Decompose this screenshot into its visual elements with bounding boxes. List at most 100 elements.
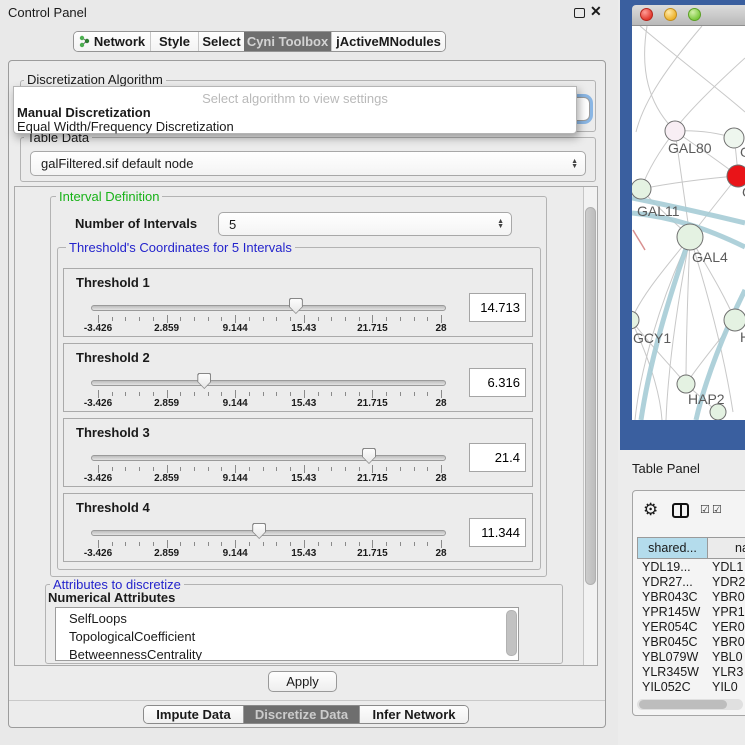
divider	[9, 700, 605, 701]
float-window-icon[interactable]	[574, 8, 585, 18]
network-node[interactable]	[724, 309, 745, 331]
table-cell[interactable]: YER054C	[637, 620, 707, 635]
columns-icon[interactable]	[672, 503, 689, 518]
table-cell[interactable]: YBR0	[707, 635, 745, 650]
attributes-list-scrollbar-thumb[interactable]	[506, 610, 517, 656]
tab-network[interactable]: Network	[74, 32, 150, 51]
table-cell[interactable]: YBR045C	[637, 635, 707, 650]
dropdown-option-manual-discretization[interactable]: Manual Discretization	[17, 105, 151, 120]
table-header-row: shared... na	[637, 537, 745, 559]
network-node[interactable]	[710, 404, 726, 420]
gear-icon[interactable]: ⚙	[643, 500, 658, 520]
attribute-list-item[interactable]: TopologicalCoefficient	[56, 626, 518, 644]
table-cell[interactable]: YER0	[707, 620, 745, 635]
slider-tick-labels: -3.4262.8599.14415.4321.71528	[98, 473, 441, 485]
close-icon[interactable]: ✕	[590, 3, 602, 20]
network-node[interactable]	[677, 224, 703, 250]
combo-spinner-icon: ▲▼	[571, 159, 578, 169]
table-row[interactable]: YIL052CYIL0	[637, 680, 745, 695]
table-row[interactable]: YER054CYER0	[637, 620, 745, 635]
tab-cyni-toolbox[interactable]: Cyni Toolbox	[244, 32, 331, 51]
threshold-1-label: Threshold 1	[76, 275, 150, 290]
tab-impute-data-label: Impute Data	[156, 707, 230, 722]
table-data-combobox[interactable]: galFiltered.sif default node ▲▼	[30, 151, 586, 176]
scrollbar-thumb[interactable]	[585, 207, 596, 585]
table-cell[interactable]: YDL1	[707, 560, 745, 575]
column-header-name[interactable]: na	[707, 537, 745, 559]
slider-tick-labels: -3.4262.8599.14415.4321.71528	[98, 548, 441, 560]
network-node-label: GAL80	[668, 140, 712, 156]
threshold-3-value-input[interactable]	[469, 443, 526, 472]
network-canvas[interactable]: GAL80GACGAL11GAL4GCY1HHAP2	[632, 26, 745, 420]
slider-thumb[interactable]	[289, 298, 303, 314]
table-cell[interactable]: YLR345W	[637, 665, 707, 680]
table-cell[interactable]: YLR3	[707, 665, 745, 680]
column-header-shared-name[interactable]: shared...	[637, 537, 707, 559]
slider-track[interactable]	[91, 380, 446, 386]
slider-ticks	[98, 315, 441, 323]
interval-definition-label: Interval Definition	[56, 189, 162, 204]
network-node[interactable]	[665, 121, 685, 141]
tab-select[interactable]: Select	[198, 32, 244, 51]
table-row[interactable]: YPR145WYPR1	[637, 605, 745, 620]
horizontal-scrollbar-thumb[interactable]	[639, 700, 727, 709]
tab-discretize-data[interactable]: Discretize Data	[243, 706, 359, 723]
table-row[interactable]: YDL19...YDL1	[637, 560, 745, 575]
table-row[interactable]: YLR345WYLR3	[637, 665, 745, 680]
table-cell[interactable]: YDR2	[707, 575, 745, 590]
table-cell[interactable]: YIL052C	[637, 680, 707, 695]
dropdown-option-equal-width[interactable]: Equal Width/Frequency Discretization	[17, 119, 234, 134]
table-cell[interactable]: YPR1	[707, 605, 745, 620]
table-cell[interactable]: YDR27...	[637, 575, 707, 590]
slider-thumb[interactable]	[362, 448, 376, 464]
network-node[interactable]	[632, 179, 651, 199]
table-row[interactable]: YDR27...YDR2	[637, 575, 745, 590]
slider-thumb[interactable]	[197, 373, 211, 389]
checkbox-icon[interactable]: ☑	[700, 503, 710, 516]
numerical-attributes-list[interactable]: SelfLoopsTopologicalCoefficientBetweenne…	[55, 607, 519, 661]
network-node-label: GAL11	[637, 203, 680, 219]
slider-track[interactable]	[91, 455, 446, 461]
network-node-label: GCY1	[633, 330, 671, 346]
table-cell[interactable]: YBR0	[707, 590, 745, 605]
zoom-traffic-light-icon[interactable]	[688, 8, 701, 21]
network-icon	[79, 35, 90, 48]
tab-jactivemnodules[interactable]: jActiveMNodules	[331, 32, 445, 51]
threshold-coordinates-label: Threshold's Coordinates for 5 Intervals	[66, 240, 295, 255]
threshold-2-value-input[interactable]	[469, 368, 526, 397]
minimize-traffic-light-icon[interactable]	[664, 8, 677, 21]
attribute-list-item[interactable]: BetweennessCentrality	[56, 644, 518, 661]
tab-infer-network-label: Infer Network	[372, 707, 455, 722]
table-row[interactable]: YBR043CYBR0	[637, 590, 745, 605]
table-row[interactable]: YBL079WYBL0	[637, 650, 745, 665]
table-cell[interactable]: YDL19...	[637, 560, 707, 575]
attribute-list-item[interactable]: SelfLoops	[56, 608, 518, 626]
table-cell[interactable]: YBL0	[707, 650, 745, 665]
tab-infer-network[interactable]: Infer Network	[359, 706, 468, 723]
apply-button[interactable]: Apply	[268, 671, 337, 692]
tab-impute-data[interactable]: Impute Data	[144, 706, 243, 723]
tab-style[interactable]: Style	[150, 32, 198, 51]
close-traffic-light-icon[interactable]	[640, 8, 653, 21]
threshold-3-panel: Threshold 3 -3.4262.8599.14415.4321.7152…	[63, 418, 533, 487]
table-cell[interactable]: YPR145W	[637, 605, 707, 620]
slider-thumb[interactable]	[252, 523, 266, 539]
threshold-1-value-input[interactable]	[469, 293, 526, 322]
slider-track[interactable]	[91, 305, 446, 311]
table-row[interactable]: YBR045CYBR0	[637, 635, 745, 650]
dropdown-placeholder-option[interactable]: Select algorithm to view settings	[14, 91, 576, 106]
cyni-mode-tabs: Impute Data Discretize Data Infer Networ…	[143, 705, 469, 724]
table-cell[interactable]: YIL0	[707, 680, 745, 695]
slider-track[interactable]	[91, 530, 446, 536]
tab-discretize-data-label: Discretize Data	[255, 707, 348, 722]
threshold-3-label: Threshold 3	[76, 425, 150, 440]
network-node-label: GA	[740, 144, 745, 160]
table-cell[interactable]: YBL079W	[637, 650, 707, 665]
checkbox-icon[interactable]: ☑	[712, 503, 722, 516]
threshold-4-value-input[interactable]	[469, 518, 526, 547]
network-node[interactable]	[632, 311, 639, 329]
slider-ticks	[98, 465, 441, 473]
network-window-titlebar[interactable]	[632, 5, 745, 26]
number-of-intervals-combobox[interactable]: 5 ▲▼	[218, 212, 512, 236]
table-cell[interactable]: YBR043C	[637, 590, 707, 605]
